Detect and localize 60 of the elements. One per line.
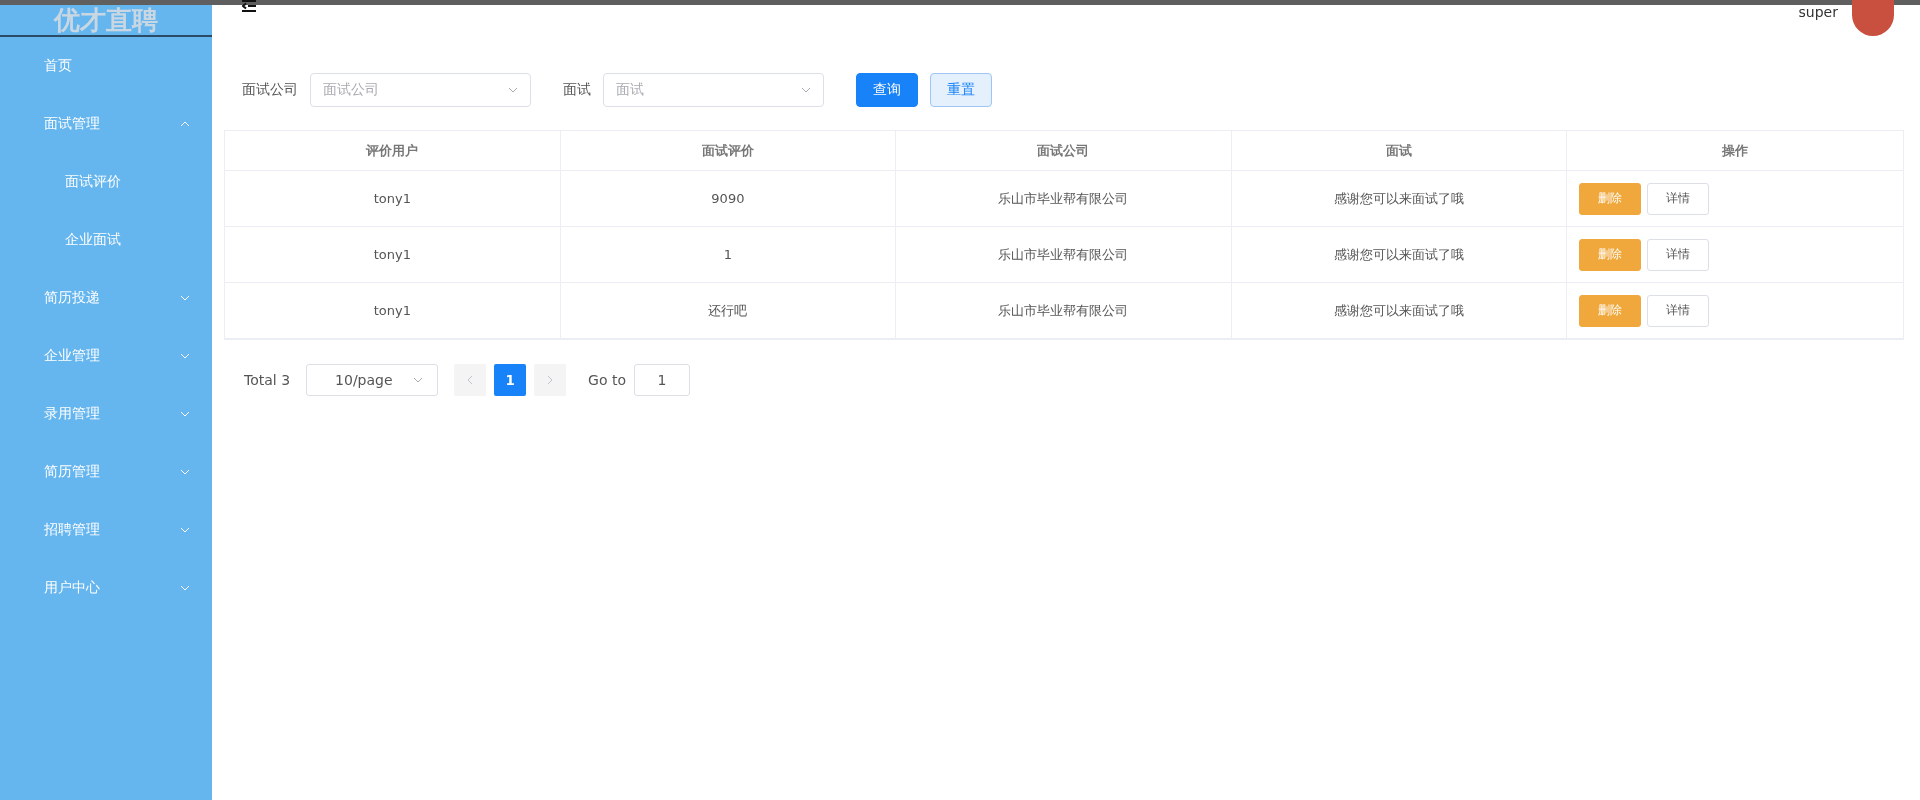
table-cell: 还行吧 — [560, 283, 897, 339]
user-name: super — [1798, 4, 1838, 20]
delete-button[interactable]: 删除 — [1579, 238, 1642, 271]
chevron-right-icon — [547, 375, 554, 385]
select-field[interactable]: 面试 — [603, 73, 824, 107]
chevron-icon — [180, 411, 190, 417]
menu-fold-icon[interactable] — [242, 0, 256, 12]
column-header: 面试 — [1231, 131, 1568, 171]
chevron-icon — [508, 87, 518, 93]
menu-item[interactable]: 首页 — [0, 37, 212, 95]
goto-label: Go to — [588, 372, 626, 388]
chevron-icon — [180, 295, 190, 301]
menu-item[interactable]: 简历管理 — [0, 443, 212, 501]
goto-input[interactable]: 1 — [634, 364, 690, 396]
menu-item[interactable]: 简历投递 — [0, 269, 212, 327]
table-cell: 乐山市毕业帮有限公司 — [896, 227, 1232, 283]
table-cell: 乐山市毕业帮有限公司 — [896, 283, 1232, 339]
search-button[interactable]: 查询 — [856, 73, 918, 107]
menu-item[interactable]: 面试管理 — [0, 95, 212, 153]
chevron-icon — [180, 585, 190, 591]
column-header: 面试公司 — [896, 131, 1232, 171]
table-cell: tony1 — [225, 227, 561, 283]
chevron-icon — [413, 377, 424, 383]
menu-item[interactable]: 企业面试 — [0, 211, 212, 269]
chevron-icon — [180, 527, 190, 533]
detail-button[interactable]: 详情 — [1647, 294, 1710, 327]
page-size-select[interactable]: 10/page — [306, 364, 439, 396]
page-button[interactable]: 1 — [494, 364, 527, 396]
column-header: 操作 — [1567, 131, 1903, 171]
table-cell: tony1 — [225, 283, 561, 339]
column-header: 评价用户 — [225, 131, 561, 171]
chevron-icon — [180, 353, 190, 359]
detail-button[interactable]: 详情 — [1647, 182, 1710, 215]
table-cell: tony1 — [225, 171, 561, 227]
reset-button[interactable]: 重置 — [930, 73, 992, 107]
detail-button[interactable]: 详情 — [1647, 238, 1710, 271]
table-cell: 感谢您可以来面试了哦 — [1231, 171, 1568, 227]
table-cell: 感谢您可以来面试了哦 — [1231, 227, 1568, 283]
table-cell: 乐山市毕业帮有限公司 — [896, 171, 1232, 227]
filter-label: 面试公司 — [242, 81, 298, 99]
menu-item[interactable]: 招聘管理 — [0, 501, 212, 559]
chevron-icon — [801, 87, 811, 93]
total-count: Total 3 — [244, 372, 291, 388]
delete-button[interactable]: 删除 — [1579, 182, 1642, 215]
avatar[interactable] — [1852, 0, 1894, 36]
table-cell: 感谢您可以来面试了哦 — [1231, 283, 1568, 339]
menu-item[interactable]: 用户中心 — [0, 559, 212, 617]
table-cell: 9090 — [560, 171, 897, 227]
chevron-icon — [180, 469, 190, 475]
delete-button[interactable]: 删除 — [1579, 294, 1642, 327]
column-header: 面试评价 — [560, 131, 897, 171]
app-logo: 优才直聘 — [0, 5, 212, 37]
select-field[interactable]: 面试公司 — [310, 73, 531, 107]
menu-item[interactable]: 面试评价 — [0, 153, 212, 211]
filter-label: 面试 — [563, 81, 591, 99]
menu-item[interactable]: 录用管理 — [0, 385, 212, 443]
table-cell: 1 — [560, 227, 897, 283]
chevron-icon — [180, 121, 190, 127]
chevron-left-icon — [467, 375, 474, 385]
menu-item[interactable]: 企业管理 — [0, 327, 212, 385]
